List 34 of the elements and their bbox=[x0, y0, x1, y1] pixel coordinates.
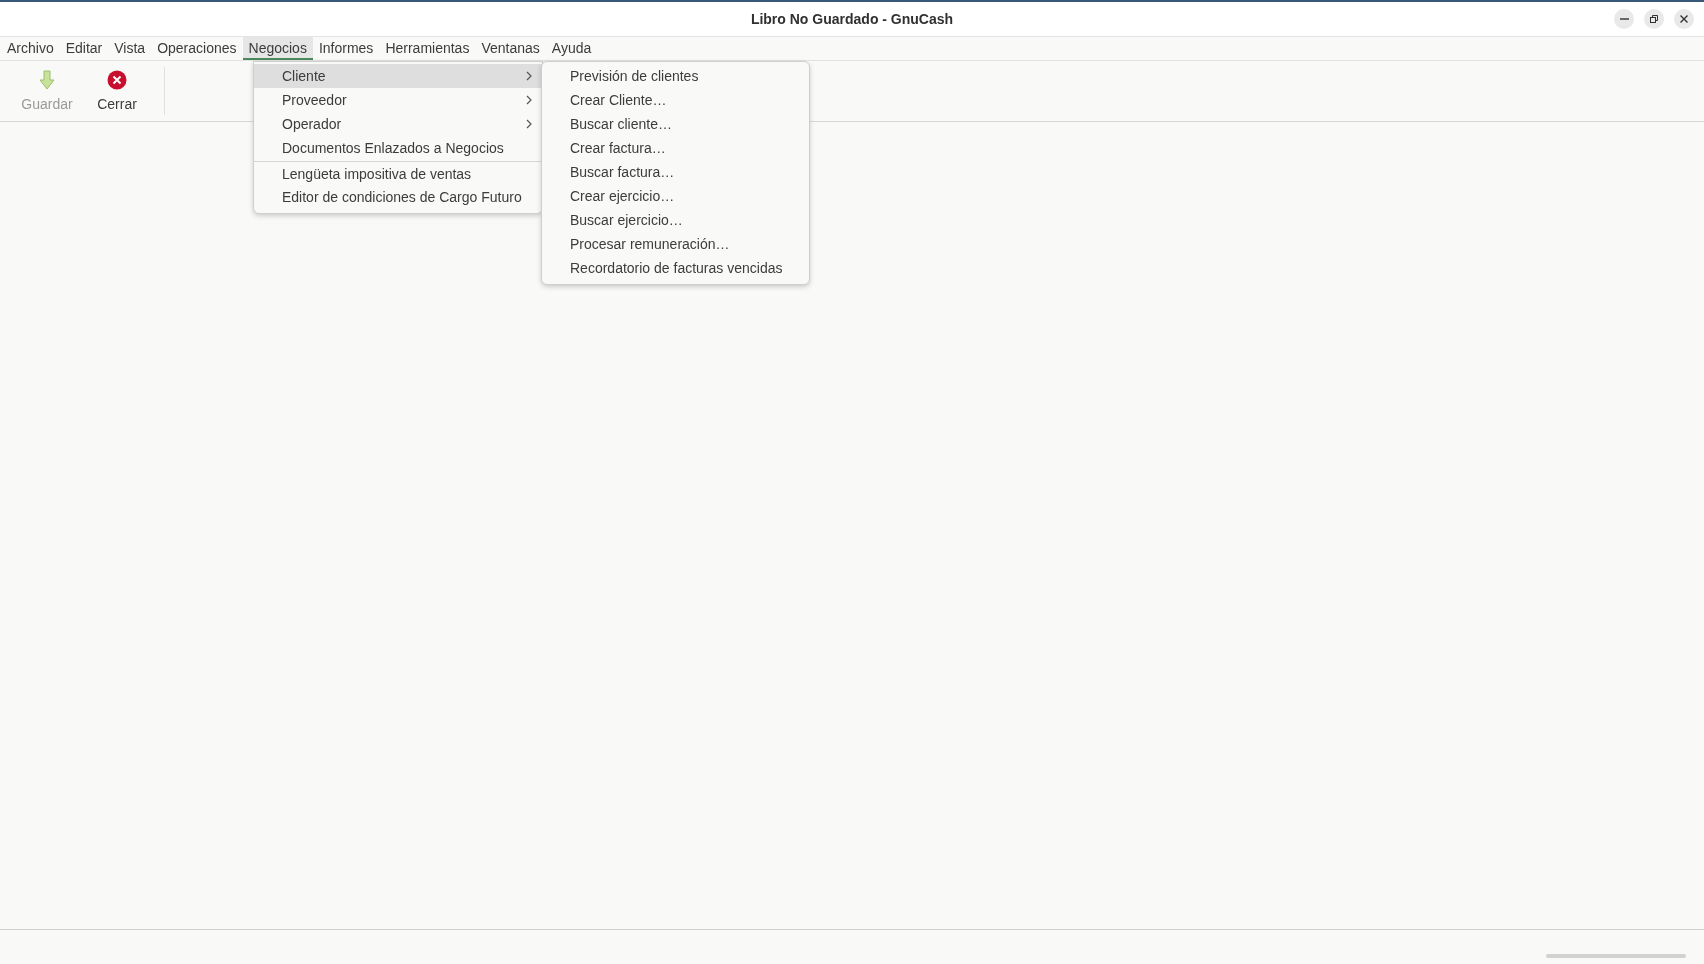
window-title: Libro No Guardado - GnuCash bbox=[750, 11, 954, 27]
restore-icon bbox=[1649, 14, 1659, 24]
menu-item[interactable]: Buscar factura… bbox=[542, 160, 809, 184]
close-circle-icon bbox=[107, 70, 127, 90]
menu-item[interactable]: Documentos Enlazados a Negocios bbox=[254, 136, 542, 160]
chevron-right-icon bbox=[526, 95, 532, 105]
menu-item[interactable]: Herramientas bbox=[379, 37, 476, 60]
menu-item[interactable]: Editor de condiciones de Cargo Futuro bbox=[254, 185, 542, 209]
menu-item[interactable]: Crear factura… bbox=[542, 136, 809, 160]
menu-item[interactable]: Negocios bbox=[242, 37, 313, 60]
menu-item[interactable]: Vista bbox=[108, 37, 152, 60]
menu-item[interactable]: Crear Cliente… bbox=[542, 88, 809, 112]
down-arrow-icon bbox=[39, 70, 55, 90]
menu-item[interactable]: Archivo bbox=[1, 37, 60, 60]
menu-item[interactable]: Buscar ejercicio… bbox=[542, 208, 809, 232]
menu-item[interactable]: Previsión de clientes bbox=[542, 64, 809, 88]
chevron-right-icon bbox=[526, 119, 532, 129]
restore-button[interactable] bbox=[1644, 9, 1664, 29]
menu-item[interactable]: Operaciones bbox=[151, 37, 243, 60]
menu-item[interactable]: Crear ejercicio… bbox=[542, 184, 809, 208]
menu-item[interactable]: Ayuda bbox=[545, 37, 598, 60]
menu-item[interactable]: Editar bbox=[59, 37, 109, 60]
chevron-right-icon bbox=[526, 71, 532, 81]
menu-item[interactable]: Recordatorio de facturas vencidas bbox=[542, 256, 809, 280]
menu-item[interactable]: Cliente bbox=[254, 64, 542, 88]
menu-item[interactable]: Ventanas bbox=[475, 37, 546, 60]
close-file-button[interactable]: Cerrar bbox=[82, 66, 152, 116]
minimize-button[interactable] bbox=[1614, 9, 1634, 29]
close-button[interactable] bbox=[1674, 9, 1694, 29]
menu-item[interactable]: Procesar remuneración… bbox=[542, 232, 809, 256]
close-icon bbox=[1679, 14, 1689, 24]
minimize-icon bbox=[1619, 18, 1629, 20]
menu-item[interactable]: Informes bbox=[312, 37, 380, 60]
menu-item[interactable]: Buscar cliente… bbox=[542, 112, 809, 136]
